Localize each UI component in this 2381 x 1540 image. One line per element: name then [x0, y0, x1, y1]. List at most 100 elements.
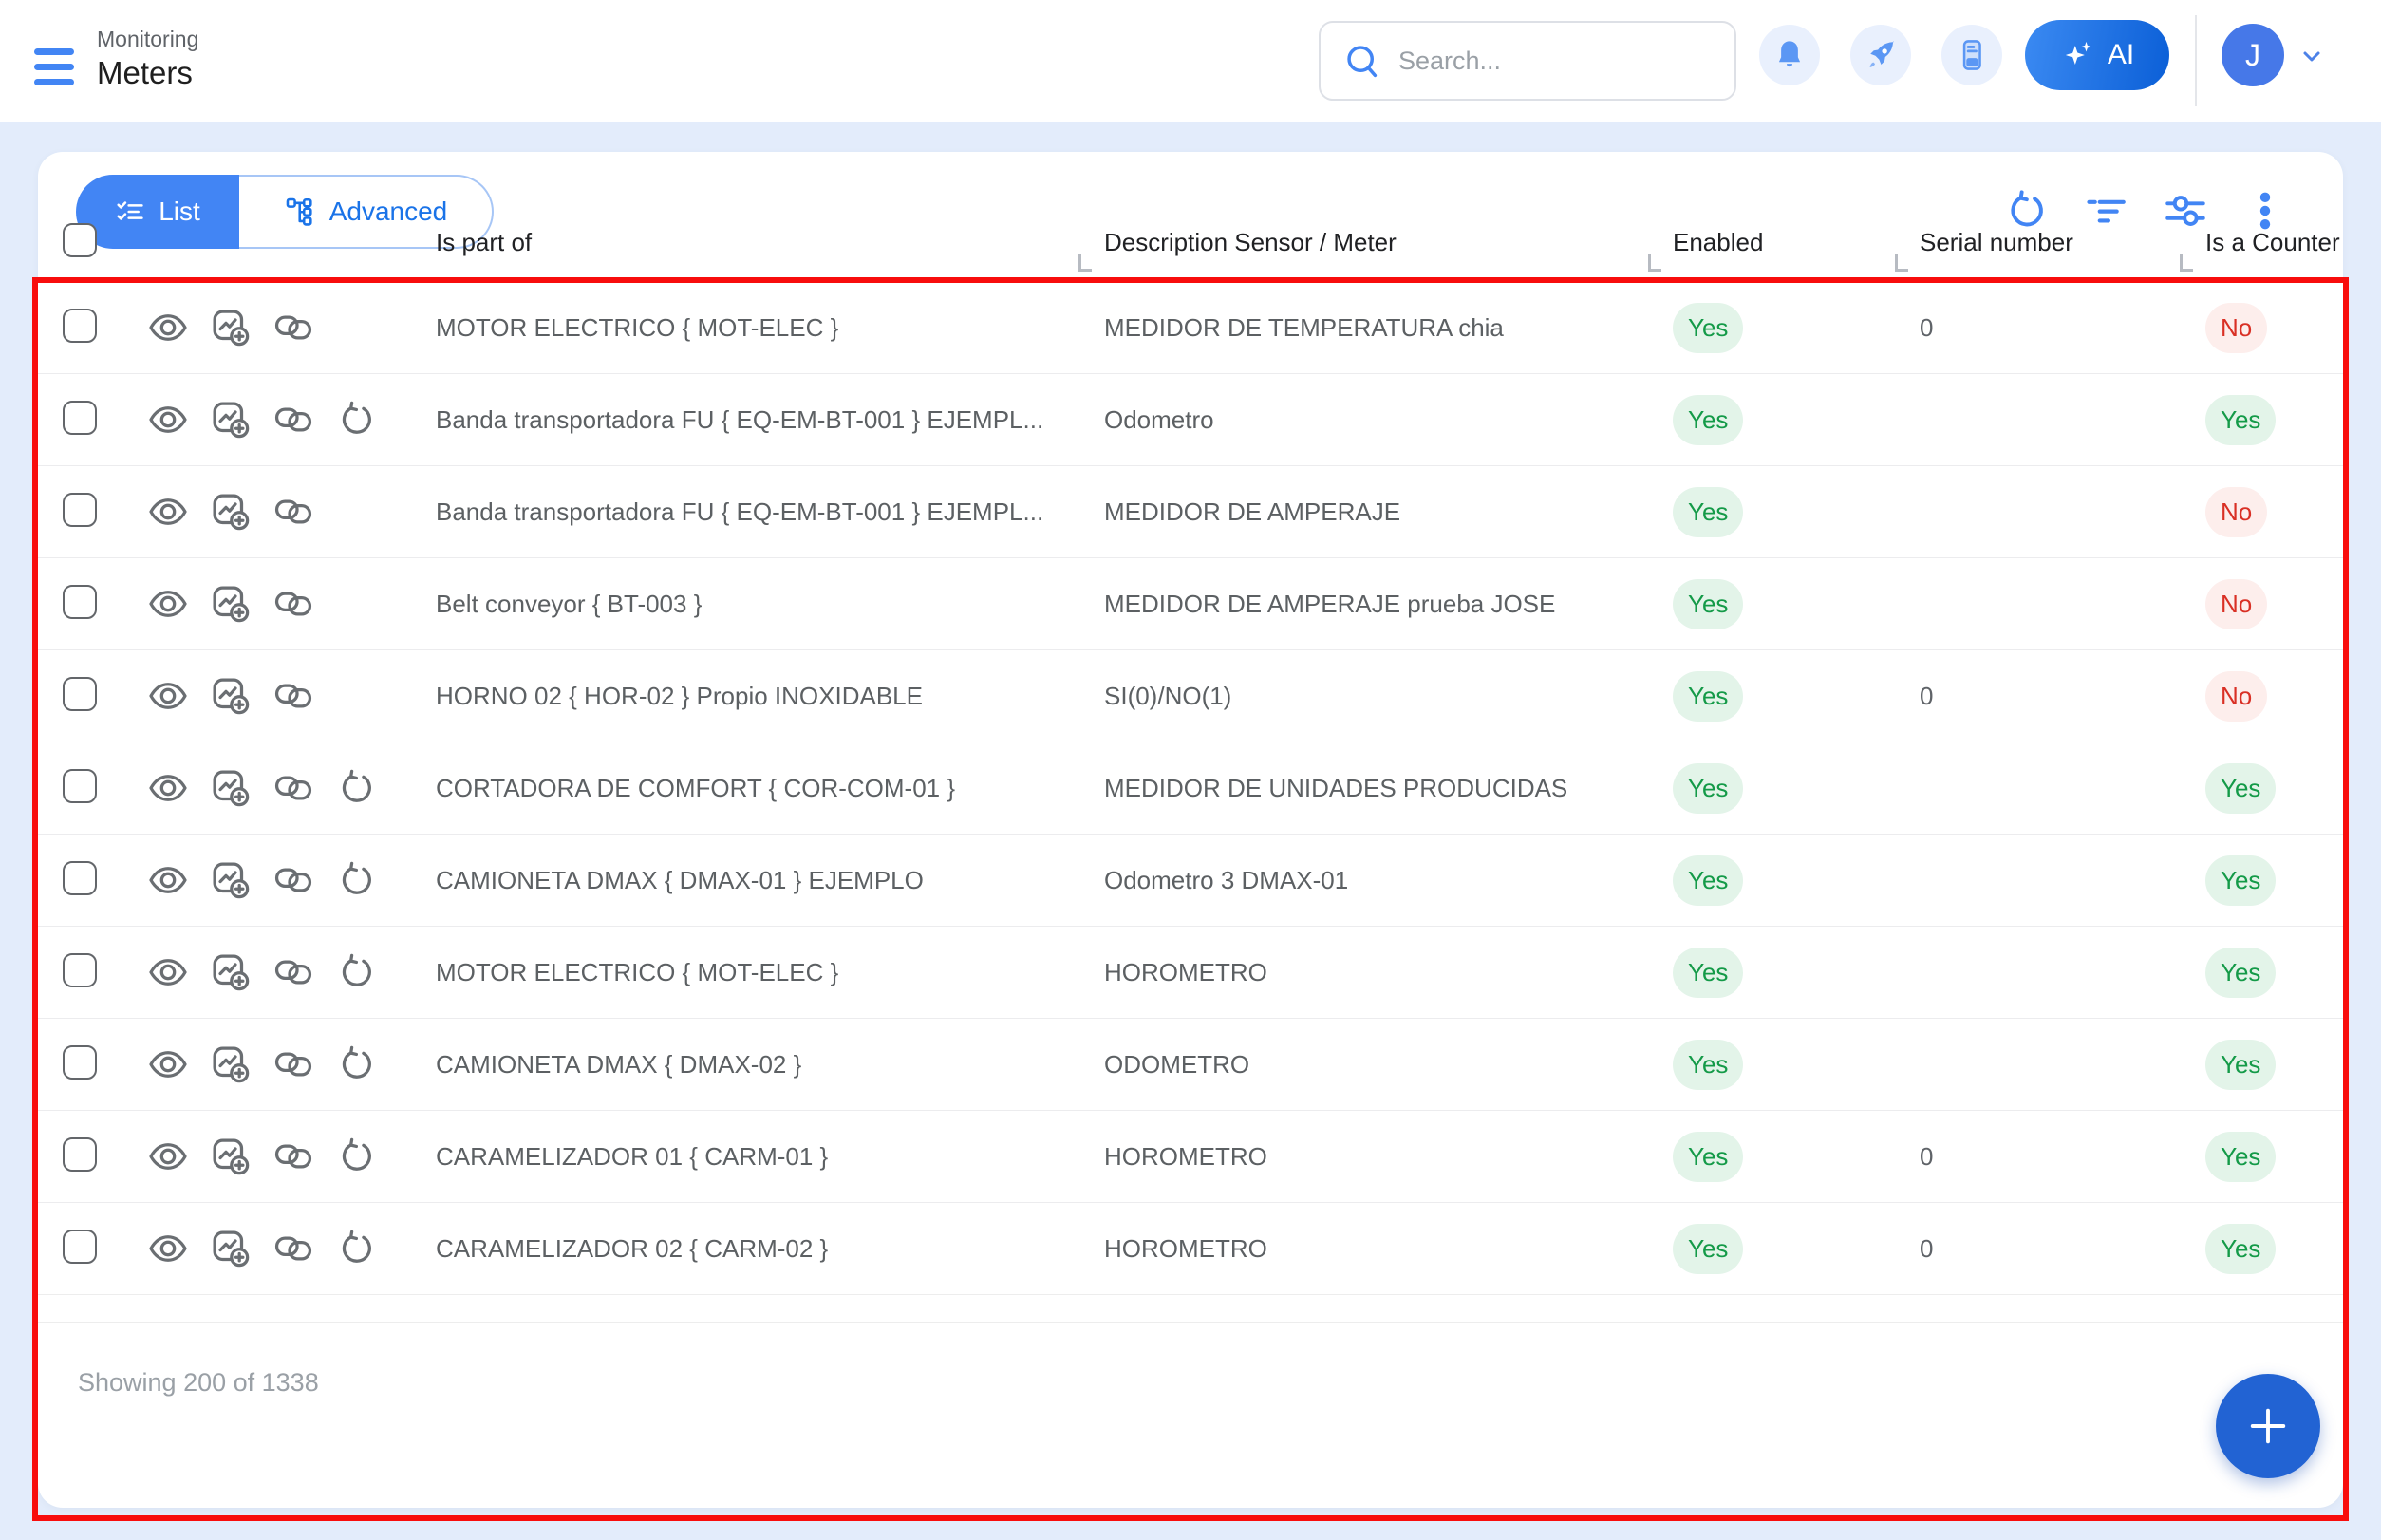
counter-badge: Yes — [2205, 1132, 2276, 1182]
menu-icon[interactable] — [34, 46, 76, 87]
view-icon[interactable] — [146, 398, 190, 441]
add-reading-icon[interactable] — [209, 306, 253, 349]
breadcrumb: Monitoring Meters — [97, 25, 198, 93]
row-checkbox[interactable] — [63, 493, 97, 527]
changelog-button[interactable] — [1941, 25, 2002, 85]
table-row[interactable]: HORNO 02 { HOR-02 } Propio INOXIDABLE SI… — [38, 649, 2343, 742]
table-row[interactable]: CAMIONETA DMAX { DMAX-01 } EJEMPLO Odome… — [38, 834, 2343, 926]
column-header-enabled[interactable]: Enabled — [1656, 228, 1903, 257]
row-checkbox[interactable] — [63, 585, 97, 619]
avatar[interactable]: J — [2222, 24, 2284, 86]
add-reading-icon[interactable] — [209, 858, 253, 902]
is-part-of-value: CORTADORA DE COMFORT { COR-COM-01 } — [418, 774, 1086, 803]
table-row[interactable]: Banda transportadora FU { EQ-EM-BT-001 }… — [38, 373, 2343, 465]
row-checkbox[interactable] — [63, 769, 97, 803]
row-checkbox[interactable] — [63, 1137, 97, 1172]
add-reading-icon[interactable] — [209, 674, 253, 718]
link-icon[interactable] — [272, 306, 315, 349]
history-icon[interactable] — [334, 766, 378, 810]
is-part-of-value: CAMIONETA DMAX { DMAX-01 } EJEMPLO — [418, 866, 1086, 895]
add-meter-button[interactable] — [2216, 1374, 2320, 1478]
add-reading-icon[interactable] — [209, 1135, 253, 1178]
add-reading-icon[interactable] — [209, 1042, 253, 1086]
whats-new-button[interactable] — [1850, 25, 1911, 85]
column-resize-handle[interactable] — [1648, 254, 1661, 272]
link-icon[interactable] — [272, 582, 315, 626]
link-icon[interactable] — [272, 1227, 315, 1270]
enabled-badge: Yes — [1673, 579, 1743, 629]
enabled-badge: Yes — [1673, 303, 1743, 353]
link-icon[interactable] — [272, 1135, 315, 1178]
history-icon[interactable] — [334, 398, 378, 441]
description-value: HOROMETRO — [1086, 958, 1656, 987]
column-resize-handle[interactable] — [2180, 254, 2193, 272]
table-row[interactable]: CAMIONETA DMAX { DMAX-02 } ODOMETRO Yes … — [38, 1018, 2343, 1110]
history-icon[interactable] — [334, 858, 378, 902]
view-icon[interactable] — [146, 766, 190, 810]
table-row[interactable]: Banda transportadora FU { EQ-EM-BT-001 }… — [38, 465, 2343, 557]
add-reading-icon[interactable] — [209, 398, 253, 441]
row-checkbox[interactable] — [63, 401, 97, 435]
table-row[interactable]: Belt conveyor { BT-003 } MEDIDOR DE AMPE… — [38, 557, 2343, 649]
add-reading-icon[interactable] — [209, 766, 253, 810]
view-icon[interactable] — [146, 1227, 190, 1270]
enabled-badge: Yes — [1673, 395, 1743, 445]
column-header-description[interactable]: Description Sensor / Meter — [1086, 228, 1656, 257]
chevron-down-icon[interactable] — [2297, 47, 2326, 66]
history-icon[interactable] — [334, 1227, 378, 1270]
link-icon[interactable] — [272, 950, 315, 994]
table-row[interactable]: CORTADORA DE COMFORT { COR-COM-01 } MEDI… — [38, 742, 2343, 834]
history-icon[interactable] — [334, 950, 378, 994]
column-header-counter[interactable]: Is a Counter — [2187, 228, 2343, 257]
ai-assistant-button[interactable]: AI — [2025, 20, 2169, 90]
select-all-checkbox[interactable] — [63, 223, 97, 257]
link-icon[interactable] — [272, 398, 315, 441]
row-checkbox[interactable] — [63, 861, 97, 895]
row-checkbox[interactable] — [63, 1230, 97, 1264]
table-header: Is part of Description Sensor / Meter En… — [38, 203, 2343, 281]
notifications-button[interactable] — [1759, 25, 1820, 85]
view-icon[interactable] — [146, 858, 190, 902]
view-icon[interactable] — [146, 582, 190, 626]
description-value: HOROMETRO — [1086, 1234, 1656, 1264]
column-resize-handle[interactable] — [1078, 254, 1092, 272]
view-icon[interactable] — [146, 306, 190, 349]
column-header-is-part-of[interactable]: Is part of — [418, 228, 1086, 257]
link-icon[interactable] — [272, 674, 315, 718]
search-box[interactable] — [1319, 21, 1736, 101]
serial-number-value: 0 — [1903, 1234, 1933, 1263]
add-reading-icon[interactable] — [209, 582, 253, 626]
link-icon[interactable] — [272, 858, 315, 902]
table-row[interactable]: CARAMELIZADOR 01 { CARM-01 } HOROMETRO Y… — [38, 1110, 2343, 1202]
view-icon[interactable] — [146, 490, 190, 534]
add-reading-icon[interactable] — [209, 490, 253, 534]
column-header-serial[interactable]: Serial number — [1903, 228, 2187, 257]
plus-icon — [2243, 1401, 2293, 1451]
row-checkbox[interactable] — [63, 953, 97, 987]
row-checkbox[interactable] — [63, 1045, 97, 1080]
view-icon[interactable] — [146, 674, 190, 718]
bell-icon — [1772, 37, 1808, 73]
table-row[interactable]: MOTOR ELECTRICO { MOT-ELEC } HOROMETRO Y… — [38, 926, 2343, 1018]
table-row[interactable]: CARAMELIZADOR 02 { CARM-02 } HOROMETRO Y… — [38, 1202, 2343, 1294]
view-icon[interactable] — [146, 950, 190, 994]
history-icon[interactable] — [334, 1135, 378, 1178]
view-icon[interactable] — [146, 1135, 190, 1178]
link-icon[interactable] — [272, 766, 315, 810]
is-part-of-value: CARAMELIZADOR 02 { CARM-02 } — [418, 1234, 1086, 1264]
link-icon[interactable] — [272, 1042, 315, 1086]
search-input[interactable] — [1397, 46, 1685, 77]
view-icon[interactable] — [146, 1042, 190, 1086]
header-divider — [2195, 15, 2197, 106]
enabled-badge: Yes — [1673, 487, 1743, 537]
enabled-badge: Yes — [1673, 1132, 1743, 1182]
column-resize-handle[interactable] — [1895, 254, 1908, 272]
row-checkbox[interactable] — [63, 309, 97, 343]
row-checkbox[interactable] — [63, 677, 97, 711]
table-row[interactable]: MOTOR ELECTRICO { MOT-ELEC } MEDIDOR DE … — [38, 281, 2343, 373]
add-reading-icon[interactable] — [209, 1227, 253, 1270]
history-icon[interactable] — [334, 1042, 378, 1086]
add-reading-icon[interactable] — [209, 950, 253, 994]
link-icon[interactable] — [272, 490, 315, 534]
is-part-of-value: Banda transportadora FU { EQ-EM-BT-001 }… — [418, 498, 1086, 527]
